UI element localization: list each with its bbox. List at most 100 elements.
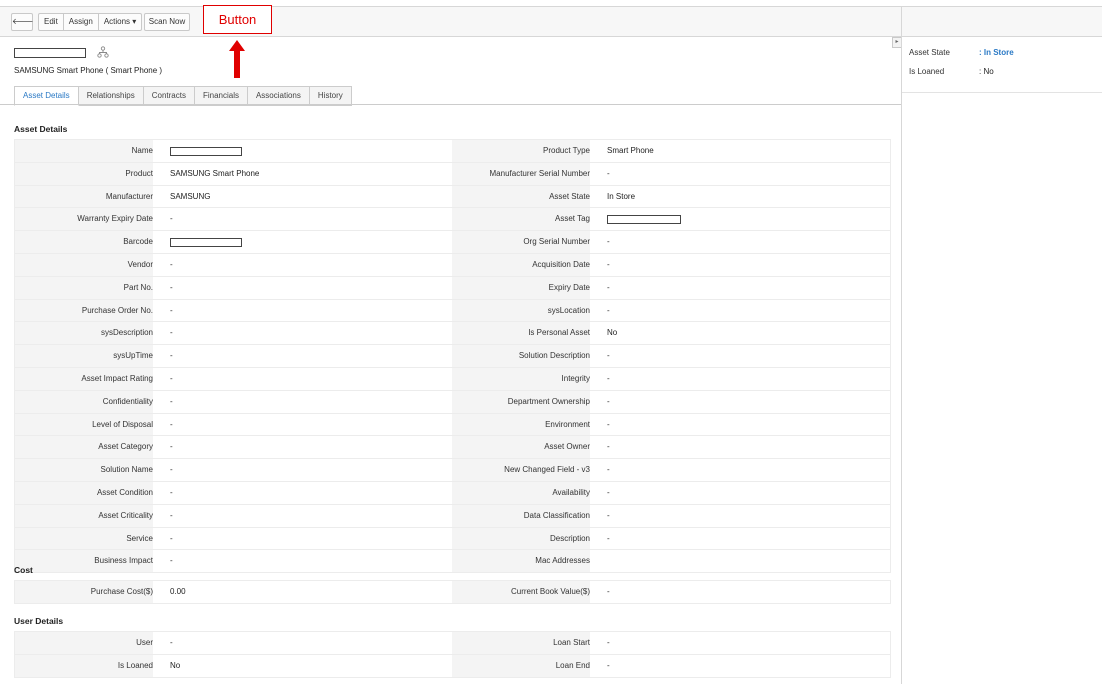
assign-button[interactable]: Assign	[64, 14, 99, 30]
part-no-value: -	[170, 282, 173, 292]
asset-impact-rating-value: -	[170, 373, 173, 383]
mac-addresses-label: Mac Addresses	[452, 550, 590, 573]
table-row: Asset Impact Rating - Integrity -	[15, 367, 890, 391]
is-loaned-label: Is Loaned	[909, 67, 945, 76]
section-title-cost: Cost	[14, 565, 33, 575]
loan-end-label: Loan End	[452, 654, 590, 677]
field-label-text: Description	[549, 533, 590, 543]
new-changed-field-v3-label: New Changed Field - v3	[452, 459, 590, 481]
topology-icon[interactable]	[97, 46, 109, 58]
integrity-label: Integrity	[452, 367, 590, 390]
table-row: Level of Disposal - Environment -	[15, 413, 890, 437]
right-panel-divider	[902, 92, 1102, 93]
field-label-text: Name	[131, 146, 153, 155]
acquisition-date-label: Acquisition Date	[452, 253, 590, 276]
field-label-text: sysUpTime	[113, 351, 153, 361]
table-row: Is Loaned No Loan End -	[15, 654, 890, 677]
product-value: SAMSUNG Smart Phone	[170, 168, 260, 178]
field-label-text: Org Serial Number	[523, 237, 590, 247]
sysuptime-value: -	[170, 351, 173, 361]
back-button[interactable]: 🡐	[11, 13, 33, 31]
tab-associations[interactable]: Associations	[247, 86, 310, 106]
name-label: Name	[15, 140, 153, 162]
redacted-value	[170, 238, 242, 248]
department-ownership-value: -	[607, 396, 610, 406]
tab-asset-details[interactable]: Asset Details	[14, 86, 79, 106]
loan-start-value: -	[607, 638, 610, 647]
field-label-text: Warranty Expiry Date	[77, 214, 153, 224]
field-label-text: Level of Disposal	[92, 419, 153, 429]
table-row: Part No. - Expiry Date -	[15, 276, 890, 300]
table-row: Purchase Cost($) 0.00 Current Book Value($…	[15, 581, 890, 603]
user-label: User	[15, 632, 153, 654]
table-row: Name Product Type Smart Phone	[15, 140, 890, 163]
purchase-cost-label: Purchase Cost($)	[15, 581, 153, 603]
environment-label: Environment	[452, 413, 590, 436]
asset-state-value: In Store	[607, 191, 636, 201]
field-label-text: Current Book Value($)	[511, 587, 590, 596]
acquisition-date-value: -	[607, 259, 610, 269]
field-label-text: Product	[125, 168, 153, 178]
field-label-text: Asset Criticality	[98, 510, 153, 520]
asset-tag-label: Asset Tag	[452, 208, 590, 231]
data-classification-label: Data Classification	[452, 504, 590, 527]
toolbar: 🡐 Edit Assign Actions ▾ Scan Now	[0, 6, 901, 37]
field-label-text: Manufacturer Serial Number	[489, 168, 590, 178]
field-label-text: Acquisition Date	[532, 259, 590, 269]
solution-name-value: -	[170, 465, 173, 475]
field-label-text: Solution Name	[100, 465, 153, 475]
annotation-arrow-icon	[229, 40, 245, 78]
edit-button[interactable]: Edit	[39, 14, 64, 30]
current-book-value-label: Current Book Value($)	[452, 581, 590, 603]
manufacturer-value: SAMSUNG	[170, 191, 211, 201]
scan-now-button[interactable]: Scan Now	[144, 13, 190, 31]
tab-history[interactable]: History	[309, 86, 352, 106]
is-personal-asset-label: Is Personal Asset	[452, 322, 590, 345]
expiry-date-label: Expiry Date	[452, 276, 590, 299]
product-type-value: Smart Phone	[607, 146, 654, 155]
field-label-text: Data Classification	[523, 510, 590, 520]
actions-dropdown[interactable]: Actions ▾	[99, 14, 141, 30]
confidentiality-value: -	[170, 396, 173, 406]
field-label-text: Asset Owner	[544, 442, 590, 452]
field-label-text: Asset Condition	[96, 487, 153, 497]
table-row: Vendor - Acquisition Date -	[15, 253, 890, 277]
asset-condition-value: -	[170, 487, 173, 497]
expiry-date-value: -	[607, 282, 610, 292]
purchase-cost-value: 0.00	[170, 587, 186, 596]
tab-contracts[interactable]: Contracts	[143, 86, 195, 106]
table-row: User - Loan Start -	[15, 632, 890, 655]
tab-financials[interactable]: Financials	[194, 86, 248, 106]
sysdescription-value: -	[170, 328, 173, 338]
field-label-text: User	[136, 638, 153, 647]
table-row: Purchase Order No. - sysLocation -	[15, 299, 890, 323]
field-label-text: Asset Category	[98, 442, 153, 452]
field-label-text: Confidentiality	[102, 396, 153, 406]
availability-label: Availability	[452, 481, 590, 504]
tab-relationships[interactable]: Relationships	[78, 86, 144, 106]
is-loaned-label: Is Loaned	[15, 654, 153, 677]
table-row: Business Impact - Mac Addresses	[15, 550, 890, 573]
business-impact-label: Business Impact	[15, 550, 153, 573]
warranty-expiry-date-value: -	[170, 214, 173, 224]
top-strip	[0, 0, 1102, 5]
syslocation-value: -	[607, 305, 610, 315]
field-label-text: Loan Start	[553, 638, 590, 647]
field-label-text: Purchase Cost($)	[90, 587, 153, 596]
tab-divider	[0, 104, 901, 105]
table-row: Product SAMSUNG Smart Phone Manufacturer S…	[15, 162, 890, 186]
loan-start-label: Loan Start	[452, 632, 590, 654]
environment-value: -	[607, 419, 610, 429]
field-label-text: Purchase Order No.	[81, 305, 153, 315]
table-row: Solution Name - New Changed Field - v3 -	[15, 459, 890, 482]
asset-state-value[interactable]: : In Store	[979, 48, 1014, 57]
action-button-group: Edit Assign Actions ▾	[38, 13, 143, 31]
tab-bar: Asset Details Relationships Contracts Fi…	[14, 86, 352, 106]
redacted-value	[607, 215, 681, 225]
manufacturer-serial-number-value: -	[607, 168, 610, 178]
field-label-text: Is Personal Asset	[528, 328, 590, 338]
field-label-text: Part No.	[123, 282, 153, 292]
asset-name-redacted	[14, 48, 86, 58]
sysuptime-label: sysUpTime	[15, 345, 153, 367]
field-label-text: sysDescription	[100, 328, 153, 338]
